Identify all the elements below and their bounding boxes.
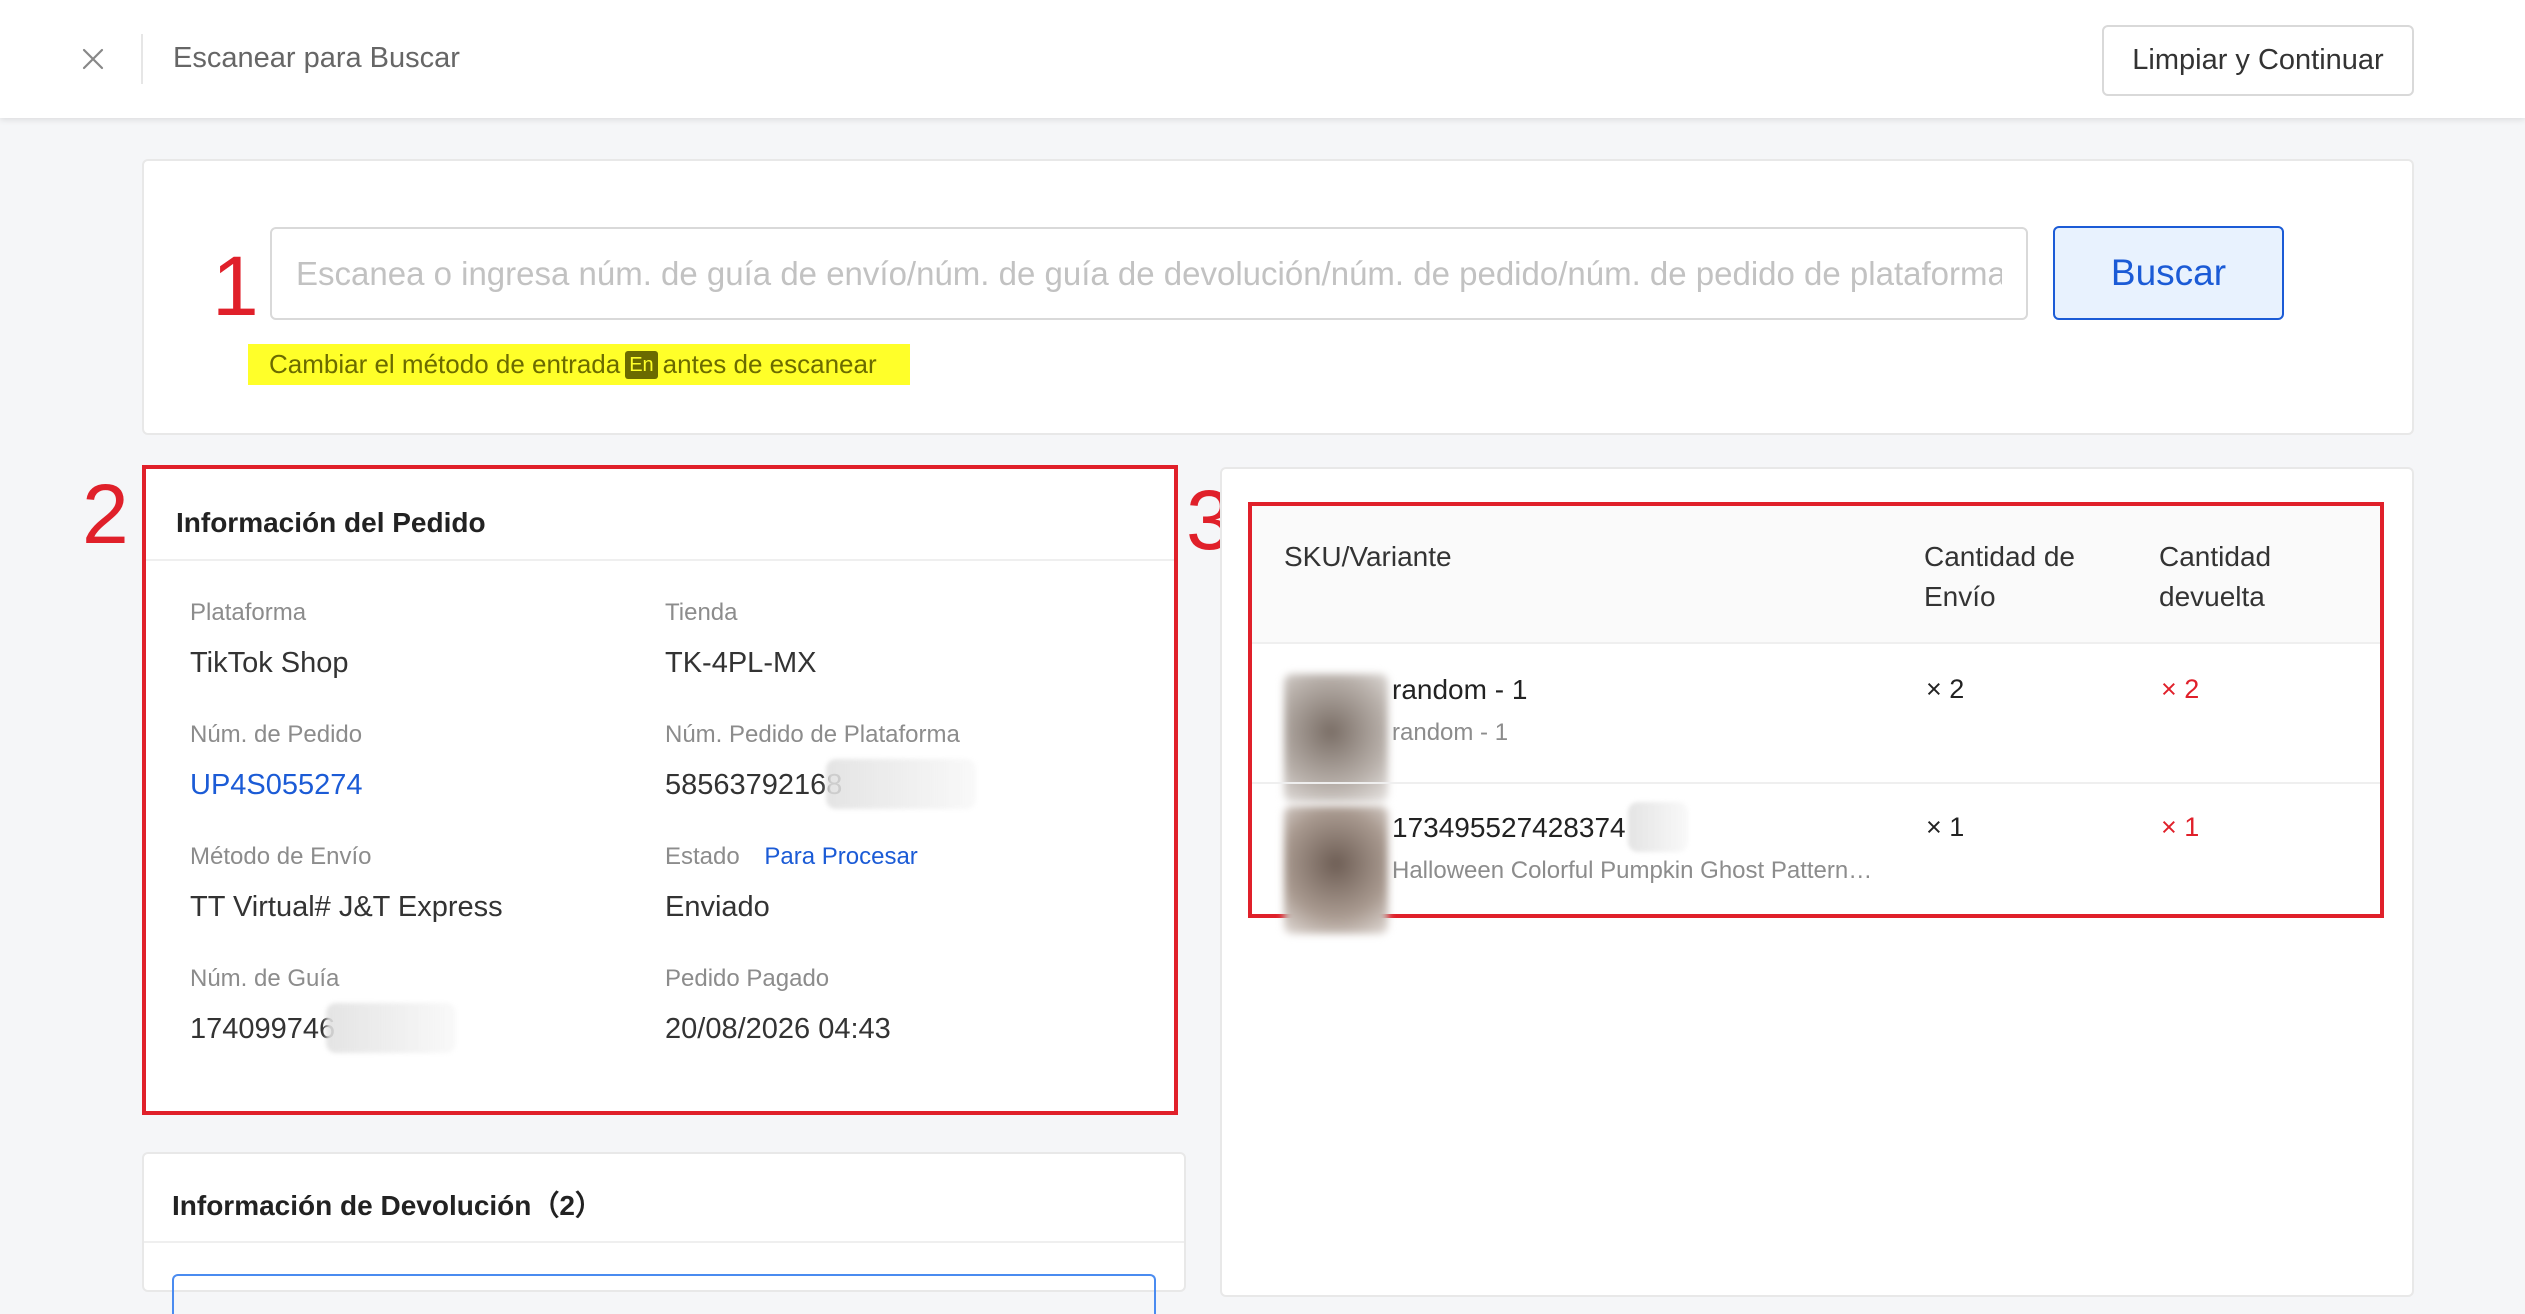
return-info-card: Información de Devolución（2）	[142, 1152, 1186, 1314]
redacted-blur	[326, 1003, 456, 1053]
shipping-method-value: TT Virtual# J&T Express	[190, 891, 503, 923]
top-bar: Escanear para Buscar Limpiar y Continuar	[0, 0, 2525, 118]
input-method-hint: Cambiar el método de entrada En antes de…	[248, 344, 910, 385]
platform-value: TikTok Shop	[190, 647, 349, 679]
card-divider	[144, 1241, 1184, 1243]
card-divider	[146, 559, 1174, 561]
header-ship-qty-line2: Envío	[1924, 581, 1996, 612]
order-number-link[interactable]: UP4S055274	[190, 769, 363, 802]
hint-text-before: Cambiar el método de entrada	[269, 349, 621, 379]
platform-label: Plataforma	[190, 599, 307, 626]
status-label: Estado Para Procesar	[665, 843, 918, 871]
redacted-blur	[1628, 802, 1688, 852]
status-link[interactable]: Para Procesar	[764, 843, 917, 870]
search-input[interactable]	[270, 227, 2028, 320]
hint-text-after: antes de escanear	[662, 349, 877, 379]
header-return-qty-line2: devuelta	[2159, 581, 2265, 612]
platform-order-label: Núm. Pedido de Plataforma	[665, 721, 960, 748]
header-return-qty-line1: Cantidad	[2159, 541, 2272, 572]
product-thumbnail	[1284, 806, 1388, 934]
paid-date-value: 20/08/2026 04:43	[665, 1013, 891, 1045]
sku-table-header: SKU/Variante Cantidad de Envío Cantidad …	[1252, 506, 2380, 644]
order-info-card: Información del Pedido Plataforma TikTok…	[142, 465, 1178, 1115]
sku-table: SKU/Variante Cantidad de Envío Cantidad …	[1248, 502, 2384, 934]
return-quantity: × 2	[2161, 674, 2200, 704]
store-label: Tienda	[665, 599, 738, 626]
ship-quantity: × 2	[1926, 674, 1965, 704]
sku-variant: random - 1	[1392, 719, 1509, 746]
clear-and-continue-button[interactable]: Limpiar y Continuar	[2102, 25, 2414, 96]
order-info-title: Información del Pedido	[176, 507, 486, 538]
sku-name: 173495527428374	[1392, 812, 1626, 843]
tracking-number-label: Núm. de Guía	[190, 965, 340, 992]
store-value: TK-4PL-MX	[665, 647, 817, 679]
topbar-divider	[141, 34, 143, 84]
platform-order-value: 58563792168	[665, 769, 843, 801]
ship-quantity: × 1	[1926, 812, 1965, 842]
paid-date-label: Pedido Pagado	[665, 965, 830, 992]
return-info-title: Información de Devolución（2）	[172, 1190, 603, 1221]
return-item-box[interactable]	[172, 1274, 1156, 1314]
row-divider	[1252, 782, 2380, 784]
status-value: Enviado	[665, 891, 770, 923]
close-icon	[82, 48, 104, 70]
header-sku: SKU/Variante	[1284, 541, 1452, 572]
order-number-label: Núm. de Pedido	[190, 721, 363, 748]
status-label-text: Estado	[665, 843, 740, 870]
sku-name: random - 1	[1392, 674, 1528, 705]
sku-variant: Halloween Colorful Pumpkin Ghost Pattern…	[1392, 857, 1873, 884]
close-button[interactable]	[72, 38, 114, 80]
shipping-method-label: Método de Envío	[190, 843, 372, 870]
tracking-number-value: 174099746	[190, 1013, 336, 1045]
header-return-qty: Cantidad devuelta	[2159, 537, 2271, 617]
annotation-number-2: 2	[82, 467, 129, 561]
page-title: Escanear para Buscar	[173, 42, 460, 74]
input-method-badge: En	[625, 350, 658, 379]
redacted-blur	[826, 759, 976, 809]
return-quantity: × 1	[2161, 812, 2200, 842]
header-ship-qty: Cantidad de Envío	[1924, 537, 2075, 617]
annotation-number-1: 1	[212, 239, 259, 333]
header-ship-qty-line1: Cantidad de	[1924, 541, 2076, 572]
search-button[interactable]: Buscar	[2053, 226, 2284, 320]
